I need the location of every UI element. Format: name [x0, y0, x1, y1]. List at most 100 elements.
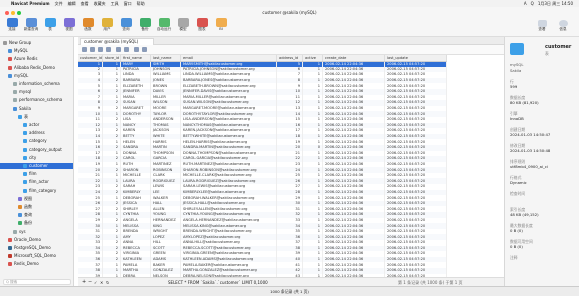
sidebar-item[interactable]: mysql: [0, 89, 73, 95]
menu-edit[interactable]: 编辑: [68, 0, 76, 7]
export-icon[interactable]: [124, 47, 129, 52]
tree-node-icon: [13, 98, 17, 103]
toolbar-button-new-query[interactable]: 新建查询: [23, 18, 39, 32]
toolbar-button-view[interactable]: 视图: [61, 18, 77, 32]
toolbar-button-table[interactable]: 表: [42, 18, 58, 32]
toolbar-button-bi[interactable]: BI: [213, 18, 229, 32]
sidebar-item[interactable]: category_output: [0, 147, 73, 153]
sidebar-item[interactable]: New Group: [0, 40, 73, 46]
import-icon[interactable]: [116, 47, 121, 52]
object-info-panel: customer 表 mySQL Sakila 行 599 数据长度 80 KB (8…: [504, 37, 579, 286]
toolbar-button-backup[interactable]: 备份: [137, 18, 153, 32]
tree-node-icon: [23, 131, 27, 136]
toolbar-button-chart[interactable]: 图表: [194, 18, 210, 32]
sidebar-item[interactable]: 表: [0, 114, 73, 120]
model-icon: [177, 18, 189, 27]
sidebar-item[interactable]: address: [0, 130, 73, 136]
toolbar-button-label: 自动运行: [156, 27, 172, 31]
tree-node-icon: [8, 49, 12, 54]
tree-node-icon: [23, 188, 27, 193]
sidebar-item[interactable]: 函数: [0, 204, 73, 210]
grid-view-icon[interactable]: [134, 47, 139, 52]
sidebar-item[interactable]: information_schema: [0, 81, 73, 87]
sidebar-item[interactable]: film_category: [0, 188, 73, 194]
text-icon[interactable]: [90, 47, 95, 52]
tab-customer[interactable]: customer @sakila (mySQL): [80, 38, 154, 45]
toolbar-button-connection[interactable]: 连接: [4, 18, 20, 32]
clock[interactable]: 1月3日 周三 14:50: [538, 0, 573, 7]
sidebar-item[interactable]: Alibaba Redis_Demo: [0, 65, 73, 71]
query-icon: [120, 18, 132, 27]
info-field-value: 599: [510, 84, 518, 89]
sidebar-item[interactable]: Oracle_Demo: [0, 237, 73, 243]
sidebar-item[interactable]: 查询: [0, 212, 73, 218]
tree-node-icon: [23, 123, 27, 127]
sidebar-search-input[interactable]: Q 搜索: [3, 279, 71, 285]
menu-window[interactable]: 窗口: [124, 0, 132, 7]
sidebar-item-label: film_actor: [29, 179, 49, 185]
sidebar-item[interactable]: customer: [0, 163, 73, 169]
status-bar: + − ✓ ✕ ↻ SELECT * FROM `Sakila`.`custom…: [78, 277, 504, 286]
sidebar-item[interactable]: actor: [0, 122, 73, 128]
app-window: Navicat Premium 文件 编辑 查看 收藏夹 工具 窗口 帮助 A …: [0, 0, 579, 296]
toolbar-info-button[interactable]: 信息: [556, 20, 570, 32]
sidebar-item-label: Oracle_Demo: [14, 236, 41, 242]
sidebar-item[interactable]: Sakila: [0, 106, 73, 112]
tree-node-icon: [23, 155, 27, 160]
input-method-icon[interactable]: A: [524, 0, 527, 7]
toolbar-button-user[interactable]: 用户: [99, 18, 115, 32]
sidebar-item-label: category: [29, 138, 47, 144]
sort-icon[interactable]: [106, 47, 111, 52]
sidebar-item[interactable]: mySQL: [0, 73, 73, 79]
toolbar-button-query[interactable]: 查询: [118, 18, 134, 32]
spotlight-icon[interactable]: Q: [531, 0, 534, 7]
sidebar-item[interactable]: 备份: [0, 220, 73, 226]
sidebar-item[interactable]: city: [0, 155, 73, 161]
filter-icon[interactable]: [98, 47, 103, 52]
sidebar-item[interactable]: PostgreSQL_Demo: [0, 245, 73, 251]
sidebar-item[interactable]: sys: [0, 229, 73, 235]
sidebar-item[interactable]: category: [0, 138, 73, 144]
toolbar-button-function[interactable]: 函数: [80, 18, 96, 32]
toolbar-button-label: 视图: [65, 27, 73, 31]
main-toolbar: customer @sakila (mySQL) 连接 新建查询 表 视图 函数 用户 查询…: [0, 7, 579, 37]
tree-node-icon: [13, 106, 17, 111]
backup-icon: [139, 18, 151, 27]
tree-node-icon: [8, 73, 12, 78]
menu-file[interactable]: 文件: [55, 0, 63, 7]
sidebar-item-label: film: [29, 171, 37, 177]
sidebar-item-label: Microsoft_SQL_Demo: [14, 253, 57, 259]
sidebar-item[interactable]: performance_schema: [0, 97, 73, 103]
sidebar-item-label: 查询: [24, 212, 32, 218]
menu-tools[interactable]: 工具: [111, 0, 119, 7]
toolbar-button-label: 备份: [141, 27, 149, 31]
data-grid[interactable]: customer_id store_id first_name last_name em…: [78, 55, 504, 277]
toolbar-button-automation[interactable]: 自动运行: [156, 18, 172, 32]
sidebar-item[interactable]: Microsoft_SQL_Demo: [0, 253, 73, 259]
sidebar-item[interactable]: 视图: [0, 196, 73, 202]
sidebar-item[interactable]: MySQL: [0, 48, 73, 54]
view-layout-icon: [537, 20, 547, 27]
menu-help[interactable]: 帮助: [137, 0, 145, 7]
begin-transaction-icon[interactable]: [82, 47, 87, 52]
sidebar-item[interactable]: Redis_Demo: [0, 261, 73, 267]
table-icon: [44, 18, 56, 27]
sidebar-item[interactable]: film: [0, 171, 73, 177]
menu-view[interactable]: 查看: [81, 0, 89, 7]
toolbar-view-button[interactable]: 查看: [535, 20, 549, 32]
toolbar-button-model[interactable]: 模型: [175, 18, 191, 32]
sidebar-item-label: Redis_Demo: [14, 261, 39, 267]
sidebar-item[interactable]: film_actor: [0, 179, 73, 185]
customer-table: customer_id store_id first_name last_name em…: [78, 55, 447, 277]
sidebar-item-label: 视图: [24, 195, 32, 201]
tree-node-icon: [18, 221, 22, 226]
tree-node-icon: [8, 246, 12, 250]
tree-node-icon: [8, 65, 12, 70]
tree-node-icon: [8, 237, 12, 242]
sidebar-item-label: film_category: [29, 187, 57, 193]
menu-app-name[interactable]: Navicat Premium: [11, 0, 50, 7]
sidebar-item[interactable]: Azure Redis: [0, 56, 73, 62]
bottom-status: 1000 条记录 (共 1 页): [0, 286, 579, 296]
form-view-icon[interactable]: [142, 47, 147, 52]
menu-favorites[interactable]: 收藏夹: [94, 0, 106, 7]
